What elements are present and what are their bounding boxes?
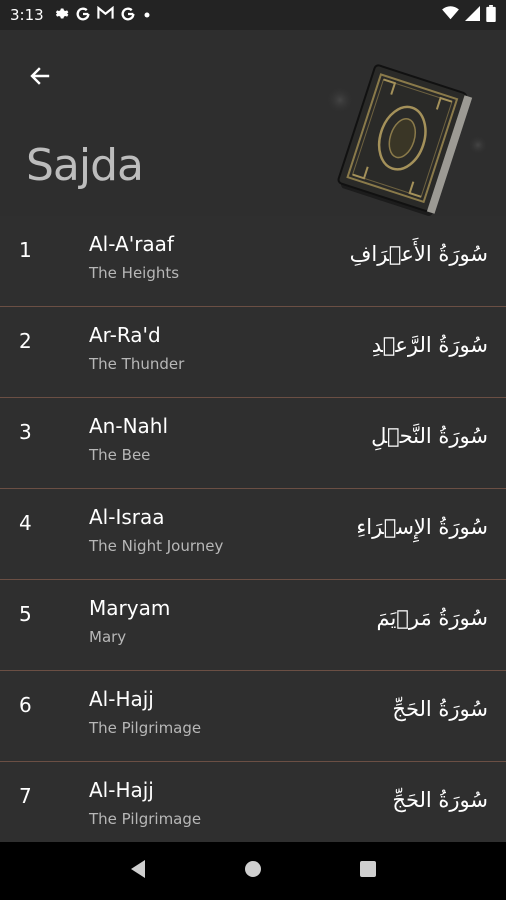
back-button[interactable] [22,60,58,96]
surah-name: Al-Hajj [89,687,154,711]
square-recents-icon [359,860,377,882]
battery-icon [486,4,496,26]
surah-number: 5 [19,602,32,626]
page-title: Sajda [26,140,144,191]
arrow-left-icon [28,64,52,92]
signal-icon [465,5,480,25]
surah-number: 2 [19,329,32,353]
surah-name: Al-Hajj [89,778,154,802]
nav-recents-button[interactable] [348,851,388,891]
list-item[interactable]: 4 Al-Israa The Night Journey سُورَةُ الإ… [0,489,506,580]
surah-arabic-name: سُورَةُ الحَجِّ [392,788,488,812]
gmail-icon [97,5,114,24]
nav-back-button[interactable] [118,851,158,891]
surah-name: Maryam [89,596,171,620]
triangle-back-icon [129,859,147,883]
surah-number: 6 [19,693,32,717]
surah-arabic-name: سُورَةُ الأَعۡرَافِ [349,242,488,266]
surah-number: 3 [19,420,32,444]
header: Sajda [0,30,506,216]
surah-name: Ar-Ra'd [89,323,161,347]
surah-meaning: Mary [89,628,127,646]
list-item[interactable]: 7 Al-Hajj The Pilgrimage سُورَةُ الحَجِّ [0,762,506,853]
surah-name: An-Nahl [89,414,169,438]
surah-meaning: The Heights [89,264,180,282]
surah-meaning: The Pilgrimage [89,810,202,828]
surah-arabic-name: سُورَةُ مَرۡيَمَ [376,606,488,630]
surah-meaning: The Bee [89,446,151,464]
surah-number: 7 [19,784,32,808]
status-time: 3:13 [10,6,44,24]
wifi-icon [442,6,459,24]
status-left: 3:13 [10,5,152,25]
dot-icon [142,6,152,24]
surah-arabic-name: سُورَةُ الإِسۡرَاءِ [356,515,488,539]
list-item[interactable]: 1 Al-A'raaf The Heights سُورَةُ الأَعۡرَ… [0,216,506,307]
status-bar: 3:13 [0,0,506,30]
circle-home-icon [243,859,263,883]
surah-number: 4 [19,511,32,535]
surah-list: 1 Al-A'raaf The Heights سُورَةُ الأَعۡرَ… [0,216,506,853]
surah-name: Al-Israa [89,505,165,529]
quran-book-illustration [318,60,488,216]
surah-arabic-name: سُورَةُ النَّحۡلِ [371,424,488,448]
surah-number: 1 [19,238,32,262]
surah-meaning: The Pilgrimage [89,719,202,737]
surah-arabic-name: سُورَةُ الحَجِّ [392,697,488,721]
status-right [442,4,496,26]
surah-meaning: The Thunder [89,355,185,373]
list-item[interactable]: 2 Ar-Ra'd The Thunder سُورَةُ الرَّعۡدِ [0,307,506,398]
list-item[interactable]: 5 Maryam Mary سُورَةُ مَرۡيَمَ [0,580,506,671]
google-g-icon [75,6,91,25]
list-item[interactable]: 3 An-Nahl The Bee سُورَةُ النَّحۡلِ [0,398,506,489]
list-item[interactable]: 6 Al-Hajj The Pilgrimage سُورَةُ الحَجِّ [0,671,506,762]
surah-meaning: The Night Journey [89,537,224,555]
google-g-icon [120,6,136,25]
navigation-bar [0,842,506,900]
surah-arabic-name: سُورَةُ الرَّعۡدِ [371,333,488,357]
gear-icon [54,6,69,25]
nav-home-button[interactable] [233,851,273,891]
surah-name: Al-A'raaf [89,232,174,256]
